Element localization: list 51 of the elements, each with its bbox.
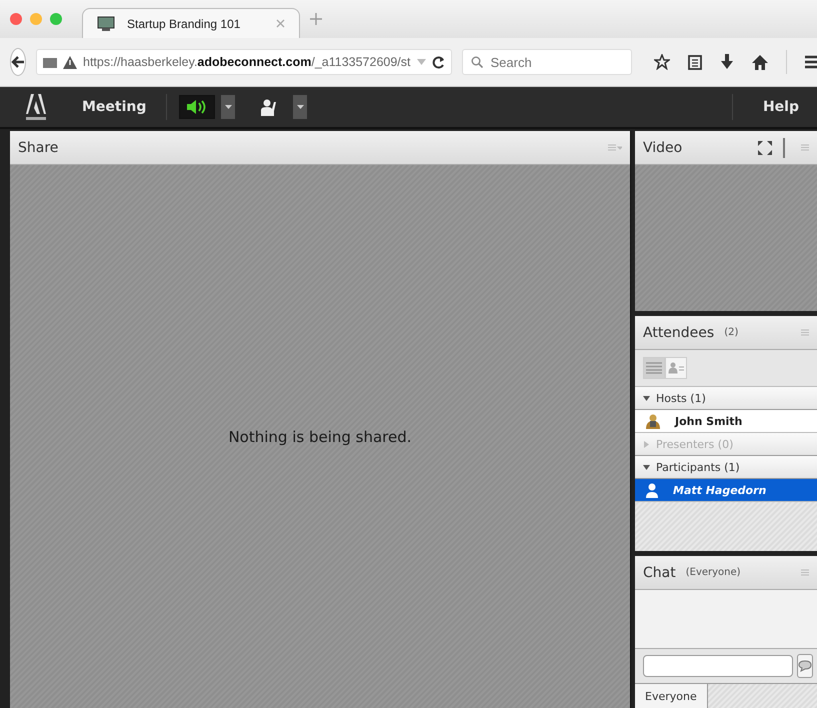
clipboard-icon[interactable] — [688, 54, 702, 70]
send-button[interactable] — [797, 654, 813, 678]
back-button[interactable] — [10, 48, 26, 76]
address-bar[interactable]: https://haasberkeley.adobeconnect.com/_a1133572609/st — [36, 49, 452, 75]
logo-icon — [24, 92, 48, 122]
attendee-item[interactable]: Matt Hagedorn — [635, 479, 817, 502]
expanded-triangle-icon — [643, 464, 650, 470]
fullscreen-icon[interactable] — [757, 140, 773, 156]
group-header[interactable]: Hosts (1) — [635, 387, 817, 410]
group-header[interactable]: Participants (1) — [635, 456, 817, 479]
collapsed-triangle-icon — [643, 440, 650, 448]
search-icon — [470, 56, 483, 68]
chat-input-field[interactable] — [643, 655, 793, 677]
panel-title: Video — [643, 140, 682, 156]
folder-icon — [43, 56, 57, 68]
chat-tab[interactable]: Everyone — [635, 684, 708, 708]
list-icon — [646, 362, 662, 374]
close-tab-icon[interactable] — [276, 19, 285, 28]
close-window-button[interactable] — [10, 13, 22, 25]
monitor-icon — [97, 16, 115, 32]
detail-view-button[interactable] — [665, 357, 687, 379]
new-tab-icon[interactable] — [310, 13, 322, 25]
expanded-triangle-icon — [643, 394, 650, 402]
person-card-icon — [668, 362, 684, 374]
speaker-icon — [186, 99, 208, 115]
person-icon — [645, 482, 659, 498]
star-icon[interactable] — [654, 54, 670, 70]
panel-title: Share — [18, 140, 58, 156]
search-field[interactable]: Search — [462, 49, 632, 75]
chat-scope: (Everyone) — [686, 567, 741, 578]
host-icon — [645, 413, 661, 429]
warning-icon — [63, 56, 77, 68]
reload-icon[interactable] — [432, 56, 445, 68]
speech-bubble-icon — [798, 660, 812, 672]
home-icon[interactable] — [752, 54, 768, 70]
attendee-count: (2) — [724, 327, 738, 338]
browser-tab[interactable]: Startup Branding 101 — [82, 8, 300, 38]
panel-title: Attendees — [643, 324, 714, 340]
panel-title: Chat — [643, 564, 676, 580]
back-arrow-icon — [11, 55, 25, 69]
meeting-menu[interactable]: Meeting — [74, 95, 154, 119]
help-menu[interactable]: Help — [754, 95, 807, 119]
caret-icon — [296, 105, 304, 109]
speaker-button[interactable] — [179, 95, 216, 119]
caret-button[interactable] — [221, 95, 236, 119]
download-icon[interactable] — [720, 54, 734, 70]
caret-icon — [224, 105, 232, 109]
empty-message: Nothing is being shared. — [228, 428, 412, 446]
caret-button[interactable] — [293, 95, 308, 119]
menu-icon[interactable] — [804, 55, 817, 69]
attendee-item[interactable]: John Smith — [635, 410, 817, 433]
